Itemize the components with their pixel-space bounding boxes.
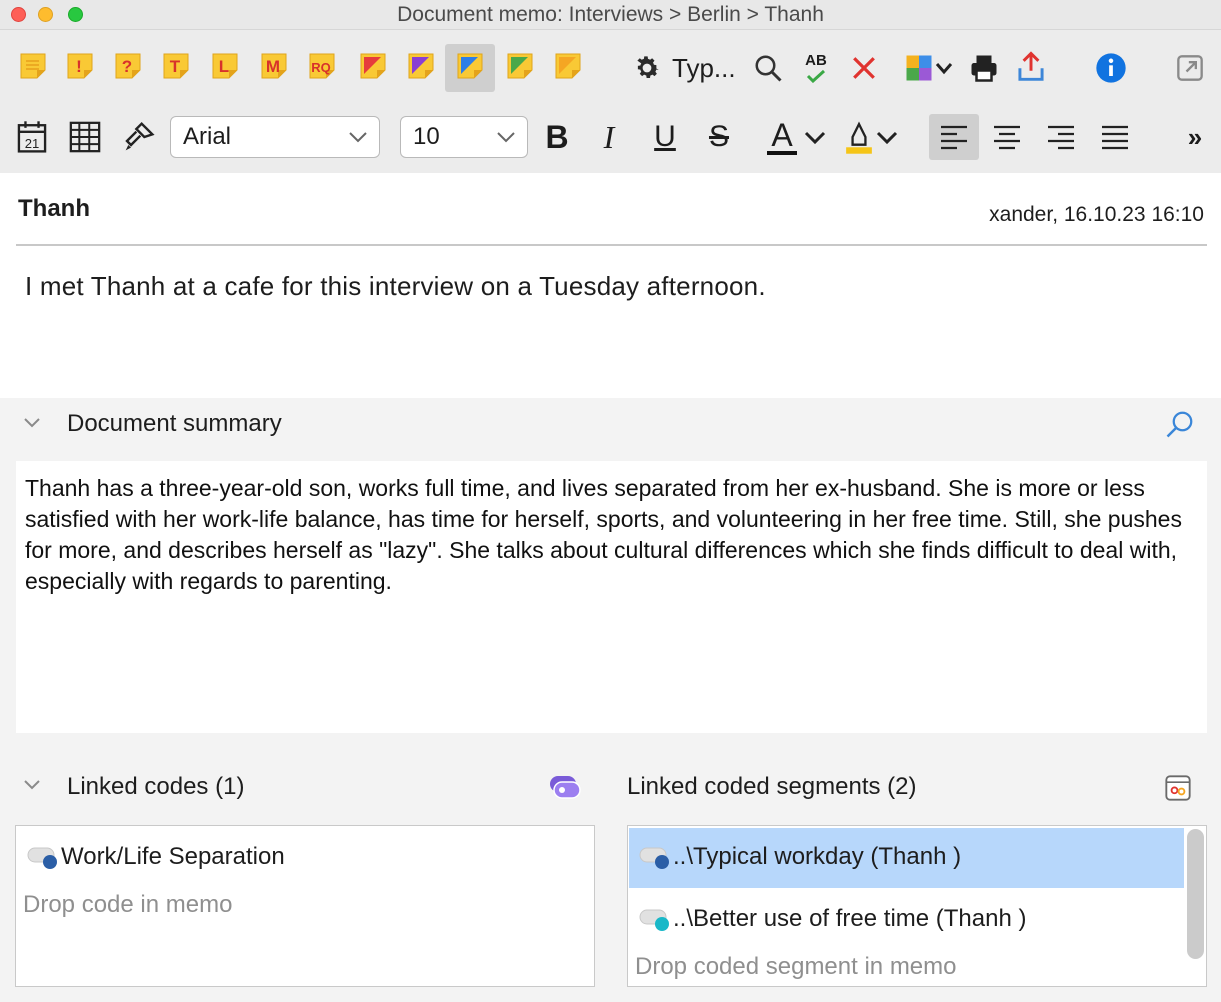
memo-author-date: xander, 16.10.23 16:10 xyxy=(989,203,1204,226)
exclamation-memo-icon[interactable]: ! xyxy=(65,51,95,81)
spellcheck-label: AB xyxy=(805,52,827,69)
justify-icon xyxy=(1102,125,1128,150)
blue-memo-icon[interactable] xyxy=(455,51,485,81)
collapse-linked-toggle[interactable] xyxy=(22,774,42,800)
font-color-button[interactable]: A xyxy=(762,114,832,160)
m-memo-icon[interactable]: M xyxy=(259,51,289,81)
chevron-down-icon xyxy=(347,126,369,155)
spellcheck-icon[interactable]: AB xyxy=(798,48,834,88)
orange-memo-icon[interactable] xyxy=(553,51,583,81)
green-memo-icon[interactable] xyxy=(505,51,535,81)
font-family-select[interactable]: Arial xyxy=(170,116,380,158)
search-icon[interactable] xyxy=(1162,406,1198,442)
window-title: Document memo: Interviews > Berlin > Tha… xyxy=(397,3,824,26)
search-icon[interactable] xyxy=(750,50,786,86)
underline-button[interactable]: U xyxy=(642,114,688,160)
link-code-icon[interactable] xyxy=(548,772,582,802)
align-left-button[interactable] xyxy=(929,114,979,160)
svg-text:21: 21 xyxy=(25,136,40,151)
memo-type-label[interactable]: Typ... xyxy=(672,50,736,86)
vertical-scrollbar[interactable] xyxy=(1187,829,1204,959)
drop-code-hint: Drop code in memo xyxy=(23,891,233,918)
align-right-button[interactable] xyxy=(1038,114,1084,160)
divider xyxy=(16,244,1207,246)
highlight-color-button[interactable] xyxy=(840,114,902,160)
question-memo-icon[interactable]: ? xyxy=(113,51,143,81)
chevron-down-icon xyxy=(24,780,40,790)
font-size-select[interactable]: 10 xyxy=(400,116,528,158)
font-size-value: 10 xyxy=(413,123,440,150)
list-item[interactable]: ..\Typical workday (Thanh ) xyxy=(639,842,961,872)
rq-memo-icon[interactable]: RQ xyxy=(307,51,337,81)
font-family-value: Arial xyxy=(183,123,232,150)
red-memo-icon[interactable] xyxy=(358,51,388,81)
align-center-button[interactable] xyxy=(984,114,1030,160)
print-icon[interactable] xyxy=(966,50,1002,86)
linked-segment-label: ..\Better use of free time (Thanh ) xyxy=(673,905,1027,932)
segment-settings-icon[interactable] xyxy=(1162,772,1194,804)
table-icon[interactable] xyxy=(66,118,104,156)
more-tools-button[interactable]: » xyxy=(1172,114,1218,160)
default-memo-icon[interactable] xyxy=(18,51,48,81)
align-center-icon xyxy=(994,125,1020,150)
font-color-swatch xyxy=(767,151,797,155)
memo-title: Thanh xyxy=(18,195,90,222)
memo-text-editor[interactable]: I met Thanh at a cafe for this interview… xyxy=(25,271,766,302)
format-painter-icon[interactable] xyxy=(120,118,158,156)
purple-memo-icon[interactable] xyxy=(406,51,436,81)
font-color-glyph: A xyxy=(771,117,793,153)
coded-segment-icon xyxy=(639,904,673,934)
chevron-down-icon xyxy=(24,418,40,428)
chevron-down-icon xyxy=(495,126,517,155)
linked-codes-title: Linked codes (1) xyxy=(67,773,245,800)
italic-button[interactable]: I xyxy=(586,114,632,160)
calendar-icon[interactable]: 21 xyxy=(14,118,50,156)
align-left-icon xyxy=(941,125,967,150)
align-right-icon xyxy=(1048,125,1074,150)
bold-button[interactable]: B xyxy=(534,114,580,160)
code-icon xyxy=(27,842,61,872)
linked-code-label: Work/Life Separation xyxy=(61,843,285,870)
svg-text:RQ: RQ xyxy=(311,60,331,75)
linked-segment-label: ..\Typical workday (Thanh ) xyxy=(673,843,962,870)
summary-text: Thanh has a three-year-old son, works fu… xyxy=(25,475,1182,594)
open-external-icon[interactable] xyxy=(1174,52,1206,84)
svg-text:!: ! xyxy=(76,57,82,76)
justify-button[interactable] xyxy=(1092,114,1138,160)
title-bar: Document memo: Interviews > Berlin > Tha… xyxy=(0,0,1221,30)
list-item[interactable]: ..\Better use of free time (Thanh ) xyxy=(639,904,1026,934)
list-item[interactable]: Work/Life Separation xyxy=(27,842,285,872)
export-icon[interactable] xyxy=(1013,48,1049,86)
collapse-summary-toggle[interactable] xyxy=(22,412,42,438)
svg-text:M: M xyxy=(266,57,280,76)
delete-icon[interactable] xyxy=(846,50,882,86)
t-memo-icon[interactable]: T xyxy=(161,51,191,81)
svg-text:L: L xyxy=(219,57,229,76)
svg-text:T: T xyxy=(170,57,181,76)
coded-segment-icon xyxy=(639,842,673,872)
strikethrough-button[interactable]: S xyxy=(696,114,742,160)
svg-text:?: ? xyxy=(122,57,132,76)
gear-icon[interactable] xyxy=(630,51,664,85)
info-icon[interactable] xyxy=(1093,50,1129,86)
highlighter-icon xyxy=(846,121,872,154)
drop-segment-hint: Drop coded segment in memo xyxy=(635,953,957,980)
puzzle-dropdown-icon[interactable] xyxy=(898,50,960,86)
summary-title: Document summary xyxy=(67,410,282,437)
linked-segments-title: Linked coded segments (2) xyxy=(627,773,917,800)
l-memo-icon[interactable]: L xyxy=(210,51,240,81)
